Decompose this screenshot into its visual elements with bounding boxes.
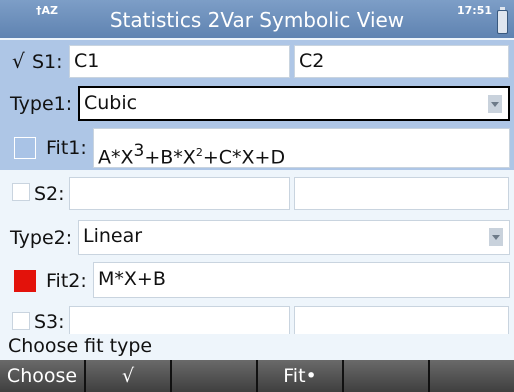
type2-label: Type2: [10, 227, 73, 249]
type2-row[interactable]: Type2: Linear [0, 216, 514, 258]
view-title: Statistics 2Var Symbolic View [109, 8, 405, 32]
softkey-check[interactable]: √ [86, 360, 170, 392]
s3-row[interactable]: S3: [0, 302, 514, 334]
fit1-color-swatch[interactable] [14, 137, 36, 159]
s2-row[interactable]: S2: [0, 172, 514, 214]
type2-value: Linear [83, 225, 143, 247]
s3-x-column-field[interactable] [69, 306, 290, 334]
softkey-fit[interactable]: Fit• [258, 360, 342, 392]
s2-checkbox[interactable] [12, 183, 30, 201]
type1-dropdown[interactable]: Cubic [78, 86, 510, 121]
formula-term: +C*X+D [202, 146, 286, 169]
formula-exponent: 3 [133, 141, 145, 161]
battery-icon [497, 7, 508, 34]
title-bar: †AZ Statistics 2Var Symbolic View 17:51 [0, 0, 514, 38]
softkey-6[interactable] [430, 360, 514, 392]
clock: 17:51 [456, 4, 492, 17]
fit2-color-swatch[interactable] [14, 270, 36, 292]
fit1-row[interactable]: Fit1: A*X3+B*X2+C*X+D [0, 124, 514, 170]
dropdown-arrow-icon[interactable] [489, 228, 503, 246]
s2-y-column-field[interactable] [294, 177, 509, 210]
type2-dropdown[interactable]: Linear [78, 220, 510, 255]
s1-y-column-field[interactable]: C2 [294, 45, 509, 78]
fit1-formula-field[interactable]: A*X3+B*X2+C*X+D [93, 128, 510, 168]
type1-row[interactable]: Type1: Cubic [0, 82, 514, 124]
softkey-3[interactable] [172, 360, 256, 392]
s3-y-column-field[interactable] [294, 306, 509, 334]
screen: †AZ Statistics 2Var Symbolic View 17:51 … [0, 0, 514, 392]
formula-exponent: 2 [195, 146, 203, 159]
help-hint: Choose fit type [8, 335, 153, 357]
formula-term: A*X [98, 146, 134, 169]
fit2-formula-field[interactable]: M*X+B [93, 262, 510, 298]
s1-label: S1: [32, 51, 63, 73]
softkey-5[interactable] [344, 360, 428, 392]
type1-value: Cubic [84, 92, 138, 114]
softkey-choose[interactable]: Choose [0, 360, 84, 392]
softkey-bar: Choose √ Fit• [0, 360, 514, 392]
fit2-row[interactable]: Fit2: M*X+B [0, 260, 514, 302]
formula-term: +B*X [144, 146, 196, 169]
s1-checkbox[interactable]: √ [12, 49, 25, 73]
s2-label: S2: [34, 183, 65, 205]
s3-checkbox[interactable] [12, 312, 30, 330]
fit2-label: Fit2: [46, 270, 87, 292]
s2-x-column-field[interactable] [69, 177, 290, 210]
dropdown-arrow-icon[interactable] [488, 95, 502, 113]
type1-label: Type1: [10, 93, 73, 115]
s1-row[interactable]: √ S1: C1 C2 [0, 40, 514, 82]
fit1-label: Fit1: [46, 137, 87, 159]
s3-label: S3: [34, 311, 65, 333]
s1-x-column-field[interactable]: C1 [69, 45, 290, 78]
